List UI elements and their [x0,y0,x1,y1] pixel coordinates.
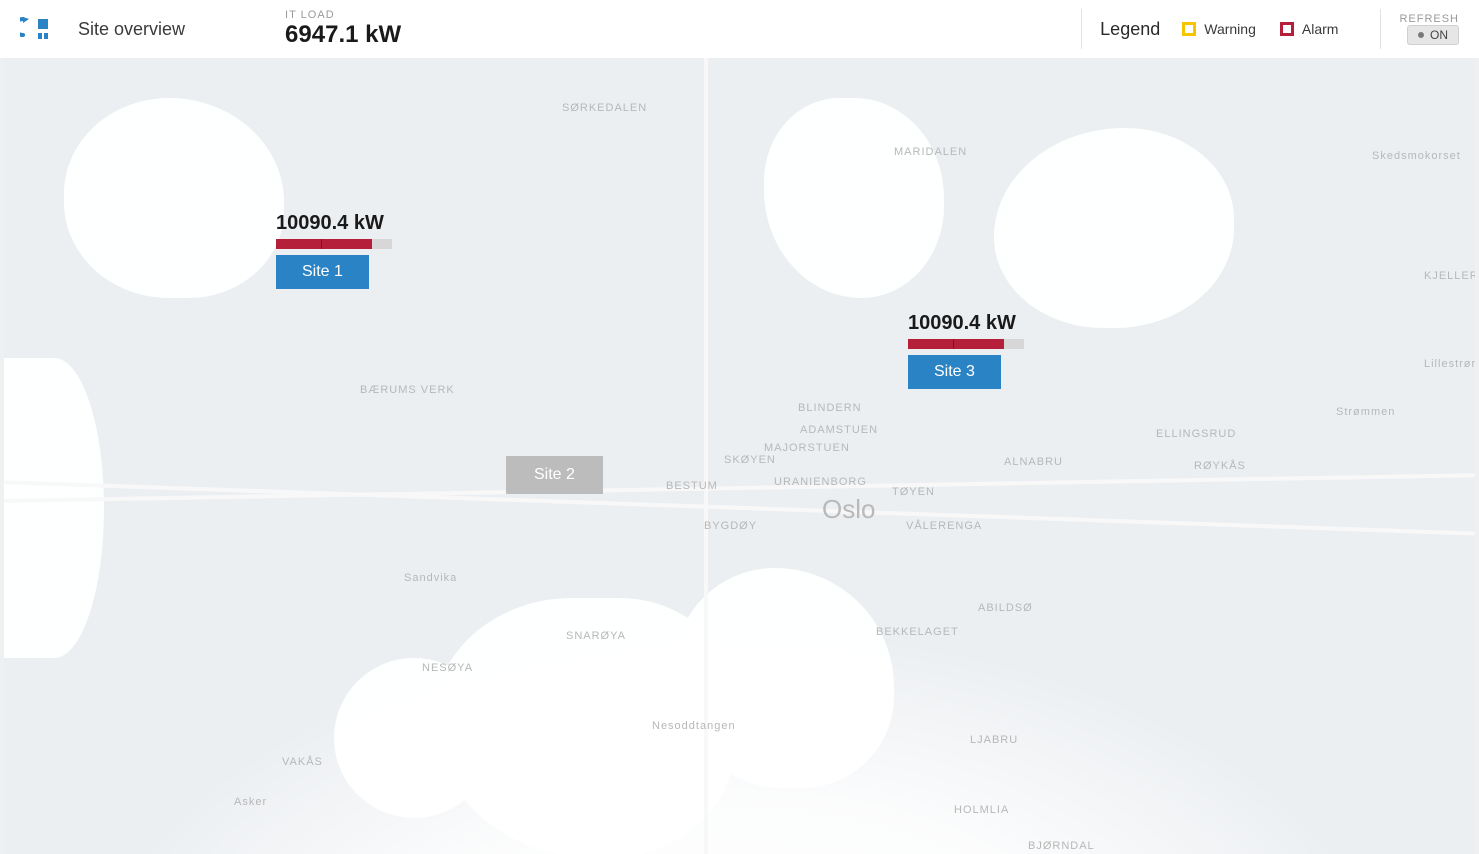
map-place-label: SNARØYA [566,630,626,642]
site-1-load: 10090.4 kW [276,212,384,235]
alarm-bar-segment [954,339,1004,349]
map-place-label: Sandvika [404,572,457,584]
map-place-label: BÆRUMS VERK [360,384,455,396]
map-place-label: BLINDERN [798,402,862,414]
site-3-load: 10090.4 kW [908,312,1016,335]
header-divider [1380,9,1381,49]
alarm-bar-segment [322,239,372,249]
map-place-label: ELLINGSRUD [1156,428,1236,440]
site-marker-2: Site 2 [506,456,603,494]
map-place-label: MARIDALEN [894,146,967,158]
site-3-button[interactable]: Site 3 [908,355,1001,389]
site-marker-3: 10090.4 kW Site 3 [908,312,1024,389]
map-water-blob [334,658,494,818]
map-land-blob [64,98,284,298]
map-place-label: ALNABRU [1004,456,1063,468]
map-canvas[interactable]: Oslo SØRKEDALEN MARIDALEN Skedsmokorset … [4,58,1475,854]
warning-swatch-icon [1182,22,1196,36]
legend-alarm-label: Alarm [1302,21,1339,37]
map-place-label: Strømmen [1336,406,1395,418]
site-1-alarm-bar [276,239,392,249]
map-land-blob [4,358,104,658]
map-water-blob [544,738,664,838]
map-place-label: BJØRNDAL [1028,840,1095,852]
map-place-label: RØYKÅS [1194,460,1246,472]
map-place-label: Skedsmokorset [1372,150,1461,162]
map-city-label: Oslo [822,494,875,525]
header-divider [1081,9,1082,49]
app-logo-icon [20,15,50,43]
map-place-label: NESØYA [422,662,473,674]
refresh-status-dot-icon [1418,32,1424,38]
page-title: Site overview [78,19,185,40]
site-3-alarm-bar [908,339,1024,349]
alarm-bar-segment [908,339,954,349]
map-place-label: KJELLER [1424,270,1475,282]
map-place-label: Lillestrøm [1424,358,1475,370]
map-place-label: BESTUM [666,480,718,492]
map-place-label: BEKKELAGET [876,626,959,638]
map-place-label: URANIENBORG [774,476,867,488]
legend-item-warning: Warning [1182,21,1256,37]
it-load-metric: IT LOAD 6947.1 kW [285,9,401,49]
map-place-label: Nesoddtangen [652,720,736,732]
refresh-toggle[interactable]: ON [1407,25,1459,45]
header-bar: Site overview IT LOAD 6947.1 kW Legend W… [0,0,1479,58]
map-land-blob [764,98,944,298]
map-place-label: SØRKEDALEN [562,102,647,114]
site-2-button[interactable]: Site 2 [506,456,603,494]
legend-title: Legend [1100,19,1160,40]
refresh-control: REFRESH ON [1399,13,1459,45]
map-place-label: SKØYEN [724,454,776,466]
map-place-label: LJABRU [970,734,1018,746]
it-load-value: 6947.1 kW [285,21,401,49]
site-marker-1: 10090.4 kW Site 1 [276,212,392,289]
map-place-label: ADAMSTUEN [800,424,878,436]
map-place-label: MAJORSTUEN [764,442,850,454]
map-land-blob [994,128,1234,328]
it-load-label: IT LOAD [285,9,401,21]
map-place-label: Asker [234,796,267,808]
map-place-label: HOLMLIA [954,804,1009,816]
legend-warning-label: Warning [1204,21,1256,37]
alarm-swatch-icon [1280,22,1294,36]
alarm-bar-segment [276,239,322,249]
refresh-state: ON [1430,28,1448,42]
map-place-label: VAKÅS [282,756,323,768]
map-place-label: TØYEN [892,486,935,498]
site-1-button[interactable]: Site 1 [276,255,369,289]
map-road [704,58,708,854]
refresh-label: REFRESH [1399,13,1459,25]
map-place-label: VÅLERENGA [906,520,982,532]
map-place-label: BYGDØY [704,520,757,532]
legend-item-alarm: Alarm [1280,21,1339,37]
map-place-label: ABILDSØ [978,602,1033,614]
